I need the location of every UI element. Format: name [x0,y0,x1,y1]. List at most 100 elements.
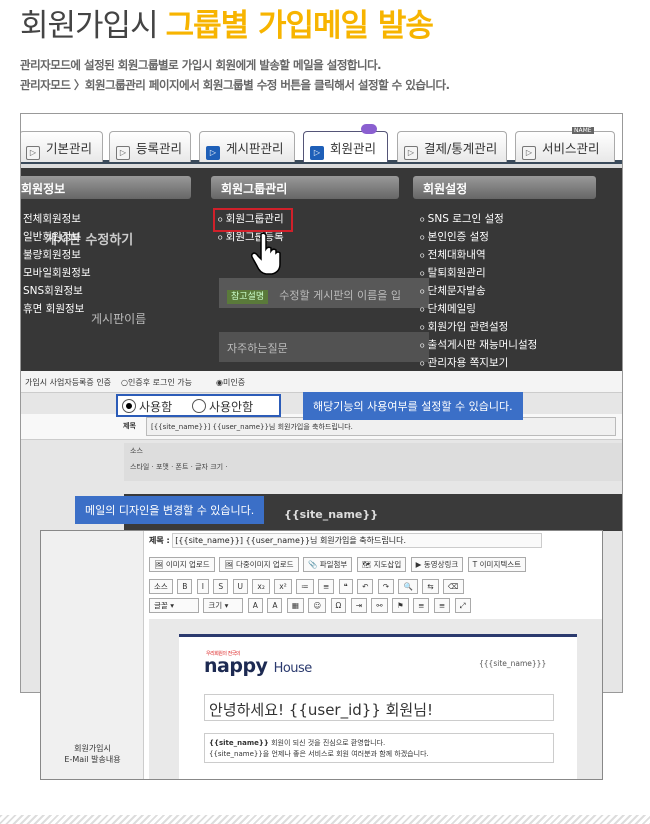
superscript-button[interactable]: x² [274,579,292,594]
tooltip-usage: 해당기능의 사용여부를 설정할 수 있습니다. [303,392,523,420]
fullscreen-button[interactable]: ⤢ [454,598,471,613]
menu-item-mailing[interactable]: 단체메일링 [419,301,476,316]
highlight-box [213,208,293,232]
use-radio-group: 사용함 사용안함 [116,394,281,417]
file-attach-button[interactable]: 📎 파일첨부 [302,557,353,572]
name-badge-icon: NAME [572,127,594,134]
description-line-2: 관리자모드 〉회원그룹관리 페이지에서 회원그룹별 수정 버튼을 클릭해서 설정… [20,78,450,92]
bg-hint-row: 참고설명 수정할 게시판의 이름을 입 [219,278,429,308]
map-insert-button[interactable]: 🗺 지도삽입 [356,557,407,572]
bg-hint-text: 수정할 게시판의 이름을 입 [279,289,402,302]
menu-item-all-members[interactable]: 전체회원정보 [23,211,81,226]
style-toolbar: 글꼴 ▾ 크기 ▾ A A ▦ ☺ Ω ⇥ ⚯ ⚑ ≡ ≡ ⤢ [149,598,473,617]
radio-unuse[interactable]: 사용안함 [191,399,253,414]
indent-button[interactable]: ⇥ [350,598,367,613]
tab-member[interactable]: ▷ 회원관리 [303,131,388,162]
menu-item-general-members[interactable]: 일반회원정보 [23,229,81,244]
auth-radio[interactable]: ○인증후 로그인 가능 [121,377,192,388]
menu-item-chat-log[interactable]: 전체대화내역 [419,247,486,262]
quote-button[interactable]: ❝ [338,579,353,594]
mail-editor-popup: 회원가입시 E-Mail 발송내용 제목 : [{{site_name}}] {… [40,530,603,780]
link-button[interactable]: ⚯ [371,598,388,613]
footer-divider [0,815,650,824]
tooltip-design: 메일의 디자인을 변경할 수 있습니다. [75,496,265,524]
image-upload-button[interactable]: 🖼 이미지 업로드 [149,557,215,572]
align-center-button[interactable]: ≡ [433,598,451,613]
members-icon [361,124,377,134]
hand-cursor-icon [251,232,281,275]
bg-color-button[interactable]: A [267,598,283,613]
mail-site-name: {{{site_name}}} [479,659,547,668]
popup-side-column: 회원가입시 E-Mail 발송내용 [41,531,144,779]
editor-toolbar-bg: 소스 스타일 · 포맷 · 폰트 · 글자 크기 · [124,443,622,481]
format-toolbar: 소스 B I S U x₂ x² ≔ ≡ ❝ ↶ ↷ 🔍 ⇆ ⌫ [149,579,466,598]
nappy-house-logo: 우리회원의 전국의 nappy House [204,651,312,677]
description-line-1: 관리자모드에 설정된 회원그룹별로 가입시 회원에게 발송할 메일을 설정합니다… [20,58,382,72]
video-link-button[interactable]: ▶ 동영상링크 [410,557,464,572]
eraser-button[interactable]: ⌫ [442,579,464,594]
noauth-radio[interactable]: ◉미인증 [216,377,245,388]
bold-button[interactable]: B [177,579,193,594]
menu-item-attendance[interactable]: 출석게시판 재능머니설정 [419,337,538,352]
font-select[interactable]: 글꼴 ▾ [149,598,199,613]
menu-item-identity[interactable]: 본인인증 설정 [419,229,489,244]
align-left-button[interactable]: ≡ [413,598,430,613]
menu-item-sns-members[interactable]: SNS회원정보 [23,283,83,298]
menu-col-member-settings: 회원설정 [413,176,596,199]
tab-board[interactable]: ▷ 게시판관리 [199,131,295,162]
tab-register[interactable]: ▷ 등록관리 [109,131,191,162]
bg-faq: 자주하는질문 [219,332,429,362]
anchor-button[interactable]: ⚑ [392,598,409,613]
title-highlight: 그룹별 가입메일 발송 [165,8,434,44]
menu-item-mobile-members[interactable]: 모바일회원정보 [23,265,91,280]
radio-use[interactable]: 사용함 [122,399,172,414]
auth-row: 가입시 사업자등록증 인증 ○인증후 로그인 가능 ◉미인증 [21,371,622,393]
page-title: 회원가입시 그룹별 가입메일 발송 [20,0,434,45]
tab-service[interactable]: ▷ 서비스관리 [515,131,615,162]
bullet-list-button[interactable]: ≡ [317,579,335,594]
mail-greeting: 안녕하세요! {{user_id}} 회원님! [204,694,554,721]
popup-subject: 제목 : [{{site_name}}] {{user_name}}님 회원가입… [149,533,543,548]
mail-template: 우리회원의 전국의 nappy House {{{site_name}}} 안녕… [179,634,577,779]
menu-item-admin-notes[interactable]: 관리자용 쪽지보기 [419,355,509,370]
menu-item-sms[interactable]: 단체문자발송 [419,283,486,298]
emoji-button[interactable]: ☺ [308,598,327,613]
tab-arrow-icon: ▷ [310,146,324,160]
italic-button[interactable]: I [196,579,209,594]
size-select[interactable]: 크기 ▾ [203,598,244,613]
editor-canvas[interactable]: 우리회원의 전국의 nappy House {{{site_name}}} 안녕… [149,619,602,779]
tab-arrow-icon: ▷ [522,146,536,160]
underline-button[interactable]: U [232,579,249,594]
tab-payment[interactable]: ▷ 결제/통계관리 [397,131,507,162]
popup-side-label: 회원가입시 E-Mail 발송내용 [64,744,121,764]
ordered-list-button[interactable]: ≔ [296,579,314,594]
mail-body: {{site_name}} 회원이 되신 것을 진심으로 환영합니다. {{si… [204,733,554,763]
tab-arrow-icon: ▷ [26,146,40,160]
special-char-button[interactable]: Ω [330,598,347,613]
popup-subject-value[interactable]: [{{site_name}}] {{user_name}}님 회원가입을 축하드… [172,533,543,548]
multi-image-upload-button[interactable]: 🖼 다중이미지 업로드 [219,557,299,572]
table-button[interactable]: ▦ [286,598,304,613]
subscript-button[interactable]: x₂ [252,579,270,594]
menu-item-withdrawn[interactable]: 탈퇴회원관리 [419,265,486,280]
tab-arrow-icon: ▷ [116,146,130,160]
menu-item-sns-login[interactable]: SNS 로그인 설정 [419,211,504,226]
bg-board-name: 게시판이름 [91,312,147,326]
undo-button[interactable]: ↶ [357,579,374,594]
menu-item-bad-members[interactable]: 불량회원정보 [23,247,81,262]
replace-button[interactable]: ⇆ [422,579,439,594]
tab-arrow-icon: ▷ [404,146,418,160]
text-color-button[interactable]: A [247,598,263,613]
bg-hint-badge: 참고설명 [227,290,269,304]
image-text-button[interactable]: T 이미지텍스트 [467,557,527,572]
menu-item-dormant-members[interactable]: 휴면 회원정보 [23,301,84,316]
tab-arrow-icon: ▷ [206,146,220,160]
redo-button[interactable]: ↷ [377,579,395,594]
dropdown-menu: 게시판 수정하기 게시판이름 참고설명 수정할 게시판의 이름을 입 자주하는질… [21,168,622,371]
menu-item-join-settings[interactable]: 회원가입 관련설정 [419,319,509,334]
find-button[interactable]: 🔍 [398,579,418,594]
title-light: 회원가입시 [20,8,159,44]
tab-basic[interactable]: ▷ 기본관리 [21,131,103,162]
source-button[interactable]: 소스 [149,579,173,594]
strike-button[interactable]: S [213,579,229,594]
